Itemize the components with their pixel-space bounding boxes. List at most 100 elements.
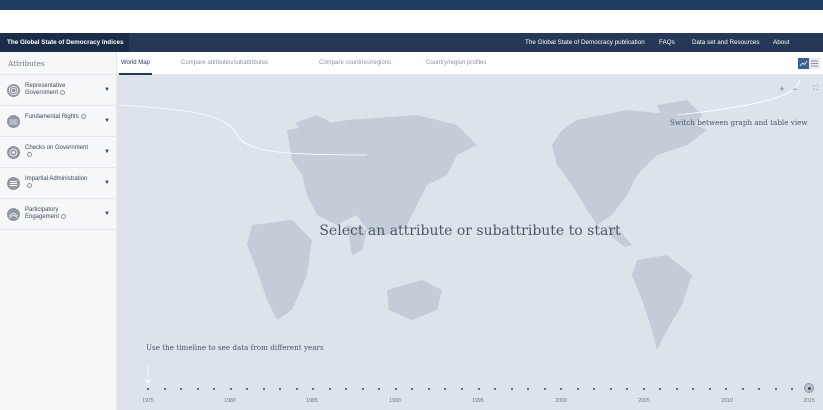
- attribute-label: Fundamental Rights: [25, 114, 79, 121]
- info-icon[interactable]: [80, 114, 86, 119]
- attribute-participatory-engagement[interactable]: Participatory Engagement ▼: [0, 199, 116, 230]
- attribute-label: Participatory Engagement: [25, 207, 60, 221]
- tab-compare-countries[interactable]: Compare countries/regions: [319, 52, 391, 75]
- timeline-tick[interactable]: [427, 388, 430, 390]
- attributes-sidebar: Attributes Representative Government ▼ F…: [0, 52, 117, 410]
- timeline-tick[interactable]: [543, 388, 546, 390]
- timeline-tick[interactable]: [460, 388, 463, 390]
- impartial-administration-icon: [7, 177, 20, 190]
- timeline-year[interactable]: 1975: [142, 398, 154, 404]
- nav-link-faqs[interactable]: FAQs: [659, 33, 675, 52]
- timeline-year[interactable]: 2010: [721, 398, 733, 404]
- timeline-tick[interactable]: [659, 388, 662, 390]
- timeline-tick[interactable]: [741, 388, 744, 390]
- timeline-tick[interactable]: [378, 388, 381, 390]
- timeline-tick[interactable]: [774, 388, 777, 390]
- timeline-tick[interactable]: [593, 388, 596, 390]
- world-map[interactable]: + − ⛶ Switch between graph and table vie…: [117, 75, 823, 410]
- graph-view-icon[interactable]: [798, 58, 809, 69]
- tab-bar: World Map Compare attributes/subattribut…: [117, 52, 823, 75]
- fundamental-rights-icon: [7, 115, 20, 128]
- timeline-year[interactable]: 2000: [555, 398, 567, 404]
- timeline-year[interactable]: 1990: [389, 398, 401, 404]
- sidebar-title: Attributes: [0, 52, 116, 75]
- timeline-year[interactable]: 1980: [224, 398, 236, 404]
- attribute-impartial-administration[interactable]: Impartial Administration ▼: [0, 168, 116, 199]
- timeline-year[interactable]: 2005: [638, 398, 650, 404]
- chevron-down-icon[interactable]: ▼: [104, 211, 110, 217]
- timeline-tick[interactable]: [725, 388, 728, 390]
- chevron-down-icon[interactable]: ▼: [104, 180, 110, 186]
- timeline-tick[interactable]: [675, 388, 678, 390]
- timeline-tick[interactable]: [527, 388, 530, 390]
- timeline-tick[interactable]: [477, 388, 480, 390]
- timeline-tick[interactable]: [262, 388, 265, 390]
- representative-government-icon: [7, 84, 20, 97]
- fullscreen-icon[interactable]: ⛶: [811, 83, 821, 95]
- south-america-landmass: [632, 255, 692, 350]
- timeline-tick[interactable]: [394, 388, 397, 390]
- year-timeline[interactable]: 1975 1980 1985 1990 1995 2000 2005 2010 …: [117, 380, 823, 410]
- info-icon[interactable]: [27, 152, 32, 157]
- timeline-tick[interactable]: [345, 388, 348, 390]
- nav-link-publication[interactable]: The Global State of Democracy publicatio…: [525, 33, 645, 52]
- timeline-tick[interactable]: [708, 388, 711, 390]
- timeline-tick[interactable]: [246, 388, 249, 390]
- timeline-tick[interactable]: [163, 388, 166, 390]
- timeline-handle[interactable]: [804, 383, 814, 393]
- timeline-tick[interactable]: [494, 388, 497, 390]
- timeline-tick[interactable]: [196, 388, 199, 390]
- timeline-tick[interactable]: [295, 388, 298, 390]
- attribute-label: Representative Government: [25, 83, 66, 97]
- chevron-down-icon[interactable]: ▼: [104, 118, 110, 124]
- timeline-tick[interactable]: [626, 388, 629, 390]
- nav-link-about[interactable]: About: [773, 33, 789, 52]
- tab-compare-attributes[interactable]: Compare attributes/subattributes: [181, 52, 268, 75]
- participatory-engagement-icon: [7, 208, 20, 221]
- timeline-tick[interactable]: [361, 388, 364, 390]
- timeline-tick[interactable]: [444, 388, 447, 390]
- timeline-year[interactable]: 1985: [306, 398, 318, 404]
- info-icon[interactable]: [27, 183, 32, 188]
- timeline-tick[interactable]: [411, 388, 414, 390]
- attribute-representative-government[interactable]: Representative Government ▼: [0, 75, 116, 106]
- brand-title[interactable]: The Global State of Democracy Indices: [0, 33, 129, 52]
- zoom-out-button[interactable]: −: [790, 83, 800, 95]
- info-icon[interactable]: [60, 90, 66, 95]
- tab-world-map[interactable]: World Map: [119, 52, 152, 75]
- timeline-tick[interactable]: [510, 388, 513, 390]
- navbar: The Global State of Democracy Indices Th…: [0, 33, 823, 52]
- timeline-tick[interactable]: [180, 388, 183, 390]
- timeline-tick[interactable]: [279, 388, 282, 390]
- australia-landmass: [387, 280, 442, 320]
- hint-timeline: Use the timeline to see data from differ…: [146, 343, 324, 352]
- timeline-tick[interactable]: [312, 388, 315, 390]
- timeline-tick[interactable]: [576, 388, 579, 390]
- timeline-tick[interactable]: [609, 388, 612, 390]
- timeline-tick[interactable]: [791, 388, 794, 390]
- timeline-tick[interactable]: [213, 388, 216, 390]
- timeline-tick[interactable]: [758, 388, 761, 390]
- timeline-year[interactable]: 2015: [803, 398, 815, 404]
- timeline-tick[interactable]: [692, 388, 695, 390]
- chevron-down-icon[interactable]: ▼: [104, 87, 110, 93]
- top-stripe: [0, 0, 823, 10]
- timeline-tick[interactable]: [147, 388, 149, 390]
- table-view-icon[interactable]: [809, 58, 820, 69]
- view-toggle: [798, 58, 820, 69]
- timeline-year[interactable]: 1995: [472, 398, 484, 404]
- timeline-tick[interactable]: [642, 388, 645, 390]
- chevron-down-icon[interactable]: ▼: [104, 149, 110, 155]
- attribute-label: Checks on Government: [25, 145, 89, 151]
- nav-link-data-set[interactable]: Data set and Resources: [692, 33, 760, 52]
- attribute-checks-on-government[interactable]: Checks on Government ▼: [0, 137, 116, 168]
- tab-country-profiles[interactable]: Country/region profiles: [426, 52, 486, 75]
- zoom-in-button[interactable]: +: [777, 83, 787, 95]
- timeline-tick[interactable]: [229, 388, 232, 390]
- select-attribute-message: Select an attribute or subattribute to s…: [319, 223, 621, 239]
- timeline-tick[interactable]: [328, 388, 331, 390]
- info-icon[interactable]: [61, 214, 67, 219]
- attribute-label: Impartial Administration: [25, 176, 88, 182]
- attribute-fundamental-rights[interactable]: Fundamental Rights ▼: [0, 106, 116, 137]
- timeline-tick[interactable]: [560, 388, 563, 390]
